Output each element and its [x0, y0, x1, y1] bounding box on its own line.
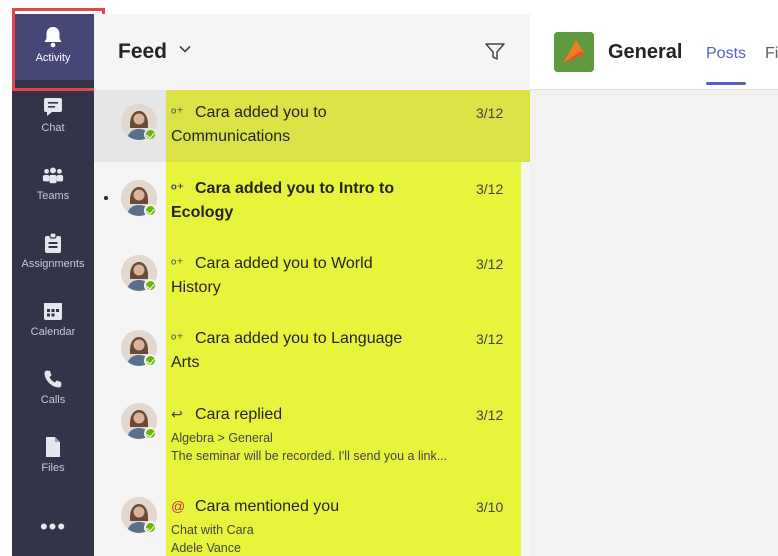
rail-item-chat[interactable]: Chat	[12, 96, 94, 162]
feed-item[interactable]: ᵒ⁺ Cara added you to Language Arts 3/12	[94, 312, 530, 387]
more-apps-button[interactable]: •••	[12, 514, 94, 540]
phone-icon	[42, 368, 64, 390]
team-logo-icon	[554, 32, 594, 72]
chevron-down-icon[interactable]	[178, 42, 192, 56]
active-tab-indicator	[706, 82, 746, 85]
teams-icon	[42, 164, 64, 186]
feed-item-date: 3/12	[476, 331, 504, 347]
feed-item-text: ᵒ⁺ Cara added you to Communications	[171, 100, 471, 149]
rail-item-label: Activity	[35, 52, 71, 64]
tab-posts[interactable]: Posts	[706, 45, 746, 63]
feed-item-preview: Adele Vance	[171, 541, 241, 555]
mention-icon: @	[171, 498, 186, 514]
app-rail: Activity Chat Teams Assignments Calendar	[12, 14, 94, 556]
feed-item[interactable]: ᵒ⁺ Cara added you to World History 3/12	[94, 237, 530, 312]
rail-item-assignments[interactable]: Assignments	[12, 232, 94, 298]
assignments-icon	[42, 232, 64, 254]
rail-item-label: Chat	[41, 122, 65, 134]
presence-available-icon	[144, 521, 157, 534]
rail-item-label: Calls	[40, 394, 66, 406]
activity-feed: Feed ᵒ⁺ Cara added you to Communications …	[94, 14, 530, 556]
rail-item-label: Files	[41, 462, 65, 474]
feed-item-text: @ Cara mentioned you	[171, 494, 471, 519]
presence-available-icon	[144, 279, 157, 292]
unread-dot	[104, 196, 108, 200]
chat-icon	[42, 96, 64, 118]
channel-title: General	[608, 41, 683, 63]
team-add-icon: ᵒ⁺	[171, 330, 184, 346]
feed-item[interactable]: ᵒ⁺ Cara added you to Communications 3/12	[94, 90, 530, 162]
feed-item-text: ᵒ⁺ Cara added you to World History	[171, 251, 471, 300]
presence-available-icon	[144, 354, 157, 367]
teams-window: Activity Chat Teams Assignments Calendar	[0, 0, 778, 556]
rail-item-activity[interactable]: Activity	[12, 14, 94, 80]
feed-title[interactable]: Feed	[118, 40, 167, 64]
feed-item-text: ↩ Cara replied	[171, 402, 471, 427]
feed-item-date: 3/12	[476, 105, 504, 121]
feed-item[interactable]: ᵒ⁺ Cara added you to Intro to Ecology 3/1…	[94, 162, 530, 237]
presence-available-icon	[144, 128, 157, 141]
presence-available-icon	[144, 427, 157, 440]
tab-files[interactable]: Fi	[765, 45, 778, 63]
feed-item-date: 3/12	[476, 407, 504, 423]
rail-item-teams[interactable]: Teams	[12, 164, 94, 230]
team-add-icon: ᵒ⁺	[171, 104, 184, 120]
feed-item[interactable]: @ Cara mentioned you Chat with Cara Adele…	[94, 477, 530, 556]
bell-icon	[42, 26, 64, 48]
feed-item-context: Chat with Cara	[171, 523, 254, 537]
rail-item-label: Assignments	[21, 258, 85, 270]
feed-item-text: ᵒ⁺ Cara added you to Language Arts	[171, 326, 471, 375]
channel-header: General Posts Fi	[530, 14, 778, 90]
rail-item-files[interactable]: Files	[12, 436, 94, 502]
team-add-icon: ᵒ⁺	[171, 180, 185, 196]
rail-item-calls[interactable]: Calls	[12, 368, 94, 434]
filter-icon[interactable]	[484, 42, 506, 62]
feed-item-date: 3/12	[476, 181, 504, 197]
feed-item-text: ᵒ⁺ Cara added you to Intro to Ecology	[171, 176, 471, 225]
rail-item-label: Teams	[36, 190, 70, 202]
presence-available-icon	[144, 204, 157, 217]
rail-item-label: Calendar	[30, 326, 76, 338]
channel-pane: General Posts Fi	[530, 14, 778, 556]
reply-icon: ↩	[171, 406, 183, 422]
feed-item[interactable]: ↩ Cara replied Algebra > General The semi…	[94, 387, 530, 477]
feed-header: Feed	[94, 14, 530, 90]
calendar-icon	[42, 300, 64, 322]
feed-item-date: 3/12	[476, 256, 504, 272]
rail-item-calendar[interactable]: Calendar	[12, 300, 94, 366]
files-icon	[42, 436, 64, 458]
feed-item-date: 3/10	[476, 499, 504, 515]
feed-item-context: Algebra > General	[171, 431, 273, 445]
team-add-icon: ᵒ⁺	[171, 255, 184, 271]
feed-item-preview: The seminar will be recorded. I'll send …	[171, 449, 448, 463]
